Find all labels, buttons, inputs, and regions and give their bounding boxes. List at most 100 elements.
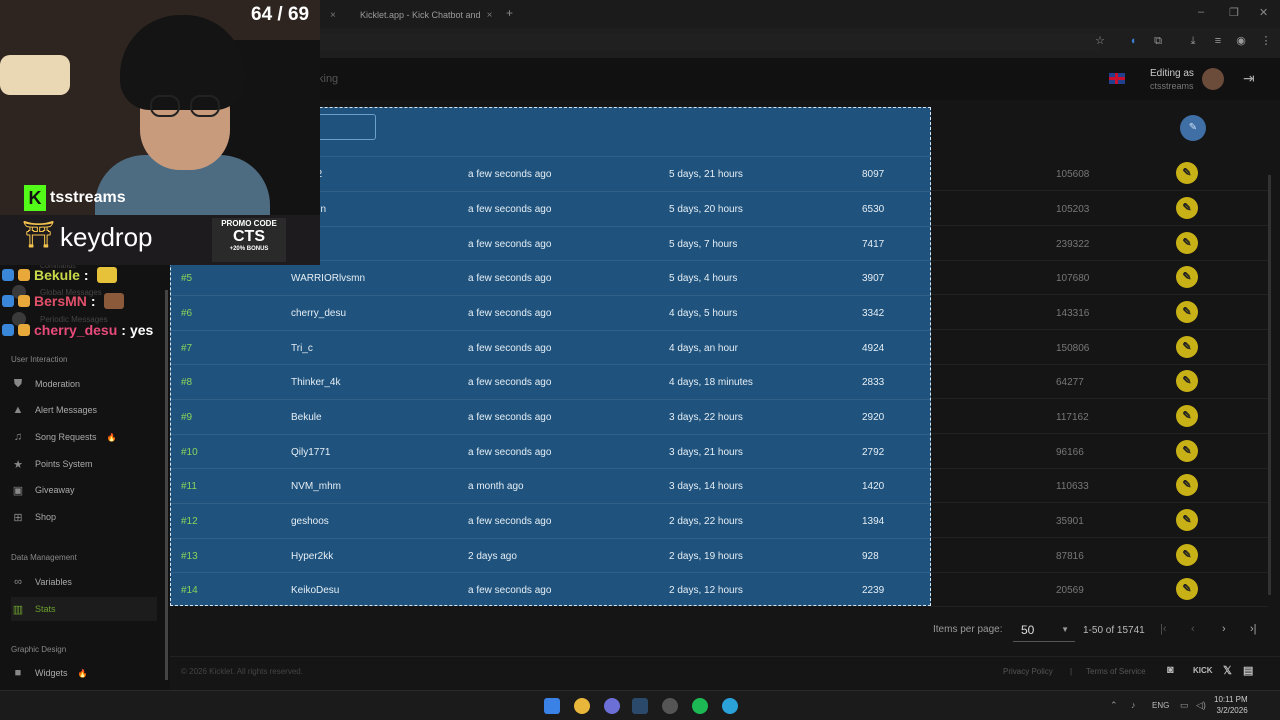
points-cell: 3342: [862, 308, 885, 319]
chat-badge-icon: [18, 324, 30, 336]
chart-icon: ▥: [12, 603, 24, 616]
close-tab-icon[interactable]: ×: [330, 10, 336, 21]
rank-cell: #12: [181, 516, 198, 527]
edit-pencil-icon[interactable]: ✎: [1176, 544, 1198, 566]
sidebar-scrollbar[interactable]: [165, 290, 168, 680]
copyright: © 2026 Kicklet. All rights reserved.: [181, 667, 303, 676]
username-cell: cherry_desu: [291, 308, 347, 319]
address-bar[interactable]: [320, 33, 1100, 51]
telegram-icon[interactable]: [722, 698, 738, 714]
username-cell: NVM_mhm: [291, 481, 342, 492]
sidebar-item-giveaway[interactable]: ▣ Giveaway: [11, 480, 157, 500]
total-points-cell: 110633: [1056, 481, 1089, 492]
mic-icon[interactable]: ♪: [1131, 700, 1136, 710]
sidebar-item-moderation[interactable]: ⛊ Moderation: [11, 374, 157, 394]
date: 3/2/2026: [1216, 706, 1248, 715]
volume-icon[interactable]: ◁): [1196, 700, 1206, 711]
profile-icon[interactable]: ◉: [1233, 33, 1249, 49]
table-row: #8 Thinker_4k a few seconds ago 4 days, 18 …: [171, 364, 930, 399]
total-points-cell: 107680: [1056, 273, 1090, 284]
edit-pencil-icon[interactable]: ✎: [1176, 370, 1198, 392]
windows-start-icon[interactable]: [544, 698, 560, 714]
emote-icon: [103, 293, 124, 309]
sidebar-item-alert-messages[interactable]: ▲ Alert Messages: [11, 400, 157, 420]
network-icon[interactable]: ▭: [1180, 700, 1189, 711]
menu-dots-icon[interactable]: ⋮: [1258, 33, 1274, 49]
clock[interactable]: 10:11 PM 3/2/2026: [1214, 694, 1248, 716]
restore-icon[interactable]: ❐: [1229, 6, 1239, 19]
watchtime-cell: 4 days, 5 hours: [669, 308, 738, 319]
tab-previous[interactable]: ×: [320, 4, 346, 26]
close-tab-icon[interactable]: ×: [487, 10, 493, 21]
edit-pencil-icon[interactable]: ✎: [1176, 232, 1198, 254]
extensions-puzzle-icon[interactable]: ⧉: [1150, 33, 1166, 49]
x-icon[interactable]: 𝕏: [1223, 664, 1232, 677]
sidebar-item-song-requests[interactable]: ♫ Song Requests 🔥: [11, 427, 157, 447]
edit-pencil-icon[interactable]: ✎: [1176, 162, 1198, 184]
close-window-icon[interactable]: ✕: [1259, 6, 1268, 19]
edit-pencil-icon[interactable]: ✎: [1176, 197, 1198, 219]
edit-all-button[interactable]: ✎: [1180, 115, 1206, 141]
last-seen-cell: a few seconds ago: [468, 169, 552, 180]
rank-cell: #7: [181, 343, 193, 354]
discord-icon[interactable]: ◙: [1167, 664, 1174, 676]
rank-cell: #5: [181, 273, 193, 284]
table-row: [930, 364, 1268, 399]
edit-pencil-icon[interactable]: ✎: [1176, 301, 1198, 323]
chrome-icon[interactable]: [574, 698, 590, 714]
last-page-button[interactable]: ›|: [1250, 623, 1257, 635]
items-per-page-select[interactable]: 50 ▼: [1013, 620, 1075, 642]
tab-kicklet[interactable]: Kicklet.app - Kick Chatbot and ×: [350, 4, 502, 26]
new-tab-button[interactable]: +: [506, 6, 513, 20]
edit-pencil-icon[interactable]: ✎: [1176, 266, 1198, 288]
prev-page-button[interactable]: ‹: [1191, 623, 1195, 635]
last-seen-cell: a month ago: [468, 481, 524, 492]
table-row: [930, 226, 1268, 261]
first-page-button[interactable]: |‹: [1160, 623, 1167, 635]
total-points-cell: 20569: [1056, 585, 1084, 596]
points-cell: 2239: [862, 585, 885, 596]
chat-message: Bekule:: [2, 266, 117, 284]
chat-message: cherry_desu: yes: [2, 321, 153, 339]
privacy-link[interactable]: Privacy Policy: [1003, 667, 1053, 676]
sidebar-item-stats[interactable]: ▥ Stats: [11, 597, 157, 621]
steam-icon[interactable]: [632, 698, 648, 714]
hot-badge-icon: 🔥: [77, 668, 88, 678]
language-indicator[interactable]: ENG: [1152, 701, 1169, 710]
discord-app-icon[interactable]: [604, 698, 620, 714]
bookmark-star-icon[interactable]: ☆: [1092, 33, 1108, 49]
sidebar-item-variables[interactable]: ∞ Variables: [11, 572, 157, 592]
edit-pencil-icon[interactable]: ✎: [1176, 440, 1198, 462]
avatar[interactable]: [1202, 68, 1224, 90]
watchtime-cell: 5 days, 7 hours: [669, 239, 738, 250]
download-icon[interactable]: ⤓: [1185, 33, 1201, 49]
sidebar-item-shop[interactable]: ⊞ Shop: [11, 507, 157, 527]
last-seen-cell: a few seconds ago: [468, 377, 552, 388]
media-icon[interactable]: ≡: [1210, 33, 1226, 49]
edit-pencil-icon[interactable]: ✎: [1176, 578, 1198, 600]
tray-chevron-icon[interactable]: ⌃: [1110, 700, 1118, 711]
spotify-icon[interactable]: [692, 698, 708, 714]
extension-icon[interactable]: ◖: [1125, 33, 1141, 49]
watchtime-cell: 4 days, an hour: [669, 343, 738, 354]
chat-message: BersMN:: [2, 292, 124, 310]
chat-badge-icon: [2, 269, 14, 281]
kick-link[interactable]: KICK: [1193, 666, 1213, 675]
edit-pencil-icon[interactable]: ✎: [1176, 474, 1198, 496]
minimize-icon[interactable]: –: [1198, 6, 1204, 18]
sidebar-item-widgets[interactable]: ■ Widgets 🔥: [11, 663, 157, 683]
uk-flag-icon[interactable]: [1109, 73, 1125, 84]
edit-pencil-icon[interactable]: ✎: [1176, 509, 1198, 531]
document-icon[interactable]: ▤: [1243, 664, 1253, 677]
sidebar-item-points-system[interactable]: ★ Points System: [11, 454, 157, 474]
page-scrollbar[interactable]: [1268, 175, 1271, 595]
logout-icon[interactable]: ⇥: [1243, 70, 1255, 87]
time: 10:11 PM: [1214, 695, 1248, 704]
next-page-button[interactable]: ›: [1222, 623, 1226, 635]
sidebar-item-label: Shop: [35, 512, 57, 522]
terms-link[interactable]: Terms of Service: [1086, 667, 1146, 676]
sidebar-item-label: Widgets: [35, 668, 68, 678]
edit-pencil-icon[interactable]: ✎: [1176, 405, 1198, 427]
obs-icon[interactable]: [662, 698, 678, 714]
edit-pencil-icon[interactable]: ✎: [1176, 336, 1198, 358]
